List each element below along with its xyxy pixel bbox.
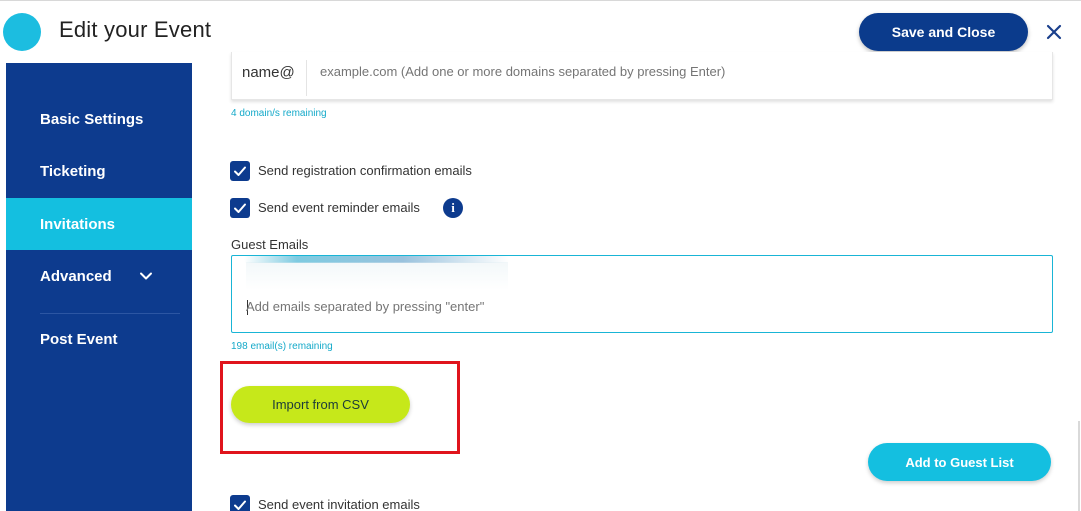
- redacted-email-area: [246, 262, 508, 290]
- sidebar-item-label: Post Event: [40, 330, 118, 348]
- import-from-csv-button[interactable]: Import from CSV: [231, 386, 410, 423]
- email-remaining-count: 198 email(s) remaining: [231, 341, 333, 352]
- guest-emails-input[interactable]: [246, 299, 1006, 314]
- event-reminder-checkbox[interactable]: [230, 198, 250, 218]
- info-icon[interactable]: i: [443, 198, 463, 218]
- header-top-border: [0, 0, 1081, 1]
- scrollbar[interactable]: [1078, 421, 1080, 511]
- guest-emails-field[interactable]: [231, 255, 1053, 333]
- sidebar-item-label: Ticketing: [40, 162, 106, 180]
- sidebar-item-ticketing[interactable]: Ticketing: [6, 145, 192, 197]
- sidebar-item-advanced[interactable]: Advanced: [6, 250, 192, 302]
- save-and-close-button[interactable]: Save and Close: [859, 13, 1028, 51]
- registration-confirmation-label: Send registration confirmation emails: [258, 163, 472, 178]
- sidebar-item-label: Invitations: [40, 215, 116, 233]
- sidebar-item-label: Basic Settings: [40, 110, 144, 128]
- event-reminder-label: Send event reminder emails: [258, 200, 420, 215]
- close-icon[interactable]: [1043, 21, 1065, 43]
- domain-field[interactable]: name@: [231, 52, 1053, 100]
- chevron-down-icon: [139, 269, 153, 283]
- checkmark-icon: [234, 500, 246, 510]
- checkmark-icon: [234, 203, 246, 213]
- sidebar-item-invitations[interactable]: Invitations: [6, 198, 192, 250]
- edit-event-page: Edit your Event Save and Close Basic Set…: [0, 0, 1081, 511]
- domain-input[interactable]: [320, 64, 1020, 79]
- brand-logo: [3, 13, 41, 51]
- sidebar-item-basic-settings[interactable]: Basic Settings: [6, 93, 192, 145]
- sidebar-item-post-event[interactable]: Post Event: [6, 313, 192, 365]
- event-invitation-checkbox[interactable]: [230, 495, 250, 511]
- event-invitation-label: Send event invitation emails: [258, 497, 420, 511]
- add-to-guest-list-button[interactable]: Add to Guest List: [868, 443, 1051, 481]
- sidebar-nav: Basic Settings Ticketing Invitations Adv…: [6, 63, 192, 511]
- domain-prefix: name@: [242, 64, 295, 81]
- guest-emails-label: Guest Emails: [231, 237, 309, 252]
- domain-remaining-count: 4 domain/s remaining: [231, 108, 327, 119]
- sidebar-item-label: Advanced: [40, 267, 112, 285]
- checkmark-icon: [234, 166, 246, 176]
- domain-separator: [306, 60, 307, 96]
- page-title: Edit your Event: [59, 17, 212, 42]
- registration-confirmation-checkbox[interactable]: [230, 161, 250, 181]
